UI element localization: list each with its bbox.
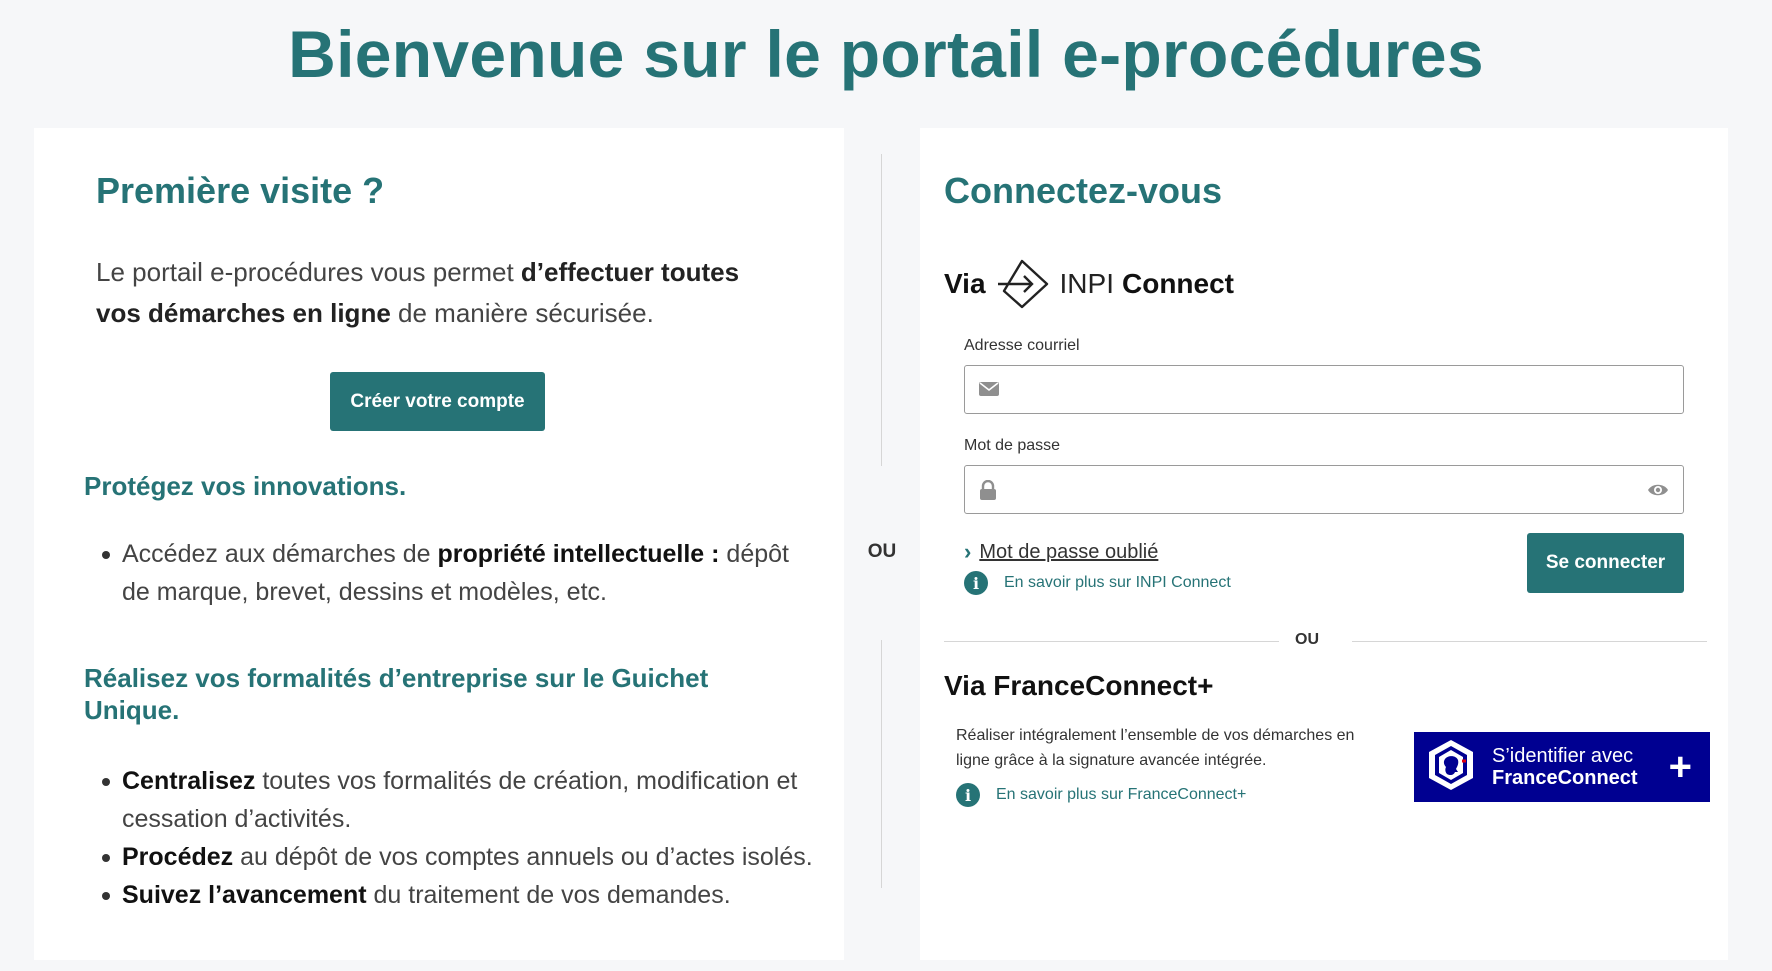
list-item: Accédez aux démarches de propriété intel… — [102, 535, 802, 611]
vertical-divider-top — [881, 154, 882, 466]
guichet-list: Centralisez toutes vos formalités de cré… — [102, 762, 822, 914]
franceconnect-logo — [1428, 739, 1474, 796]
list-item-text: au dépôt de vos comptes annuels ou d’act… — [233, 843, 813, 871]
list-item-text: Accédez aux démarches de — [122, 540, 438, 568]
login-title: Connectez-vous — [944, 170, 1223, 211]
password-field[interactable] — [964, 465, 1684, 514]
guichet-unique-heading: Réalisez vos formalités d’entreprise sur… — [84, 663, 709, 725]
intro-text: Le portail e-procédures vous permet d’ef… — [96, 252, 776, 334]
first-visit-title: Première visite ? — [96, 170, 385, 211]
franceconnect-heading: Via FranceConnect+ — [944, 670, 1214, 701]
intro-part1: Le portail e-procédures vous permet — [96, 257, 521, 287]
list-item-bold: propriété intellectuelle : — [437, 540, 720, 568]
page: Bienvenue sur le portail e-procédures Pr… — [0, 0, 1772, 971]
protect-list: Accédez aux démarches de propriété intel… — [102, 535, 802, 611]
list-item-text: du traitement de vos demandes. — [366, 881, 731, 909]
list-item-bold: Suivez l’avancement — [122, 881, 367, 909]
inpi-brand: INPI — [1059, 268, 1114, 299]
password-label: Mot de passe — [964, 437, 1061, 454]
franceconnect-info-link[interactable]: i En savoir plus sur FranceConnect+ — [956, 783, 1246, 807]
franceconnect-button-text: S’identifier avec FranceConnect — [1492, 745, 1638, 789]
login-button[interactable]: Se connecter — [1527, 533, 1684, 593]
franceconnect-info-text[interactable]: En savoir plus sur FranceConnect+ — [996, 786, 1246, 804]
protect-innovations-heading: Protégez vos innovations. — [84, 471, 407, 501]
list-item: Procédez au dépôt de vos comptes annuels… — [102, 838, 822, 876]
or-label: OU — [1295, 631, 1319, 648]
info-icon: i — [956, 783, 980, 807]
forgot-password-link[interactable]: › Mot de passe oublié — [964, 539, 1158, 565]
inpi-info-text[interactable]: En savoir plus sur INPI Connect — [1004, 574, 1231, 592]
franceconnect-description: Réaliser intégralement l’ensemble de vos… — [956, 727, 1355, 769]
email-label: Adresse courriel — [964, 337, 1080, 354]
franceconnect-line2: FranceConnect — [1492, 767, 1638, 789]
page-title: Bienvenue sur le portail e-procédures — [288, 17, 1484, 91]
horizontal-divider-left — [944, 641, 1279, 642]
plus-icon: + — [1668, 745, 1692, 789]
franceconnect-button[interactable]: S’identifier avec FranceConnect + — [1414, 732, 1710, 802]
create-account-button[interactable]: Créer votre compte — [330, 372, 545, 431]
forgot-password-text[interactable]: Mot de passe oublié — [979, 541, 1158, 564]
first-visit-card: Première visite ? Le portail e-procédure… — [34, 128, 844, 960]
list-item-bold: Procédez — [122, 843, 234, 871]
via-label: Via — [944, 268, 986, 299]
lock-icon — [979, 479, 997, 505]
info-icon: i — [964, 571, 988, 595]
inpi-connect-logo: INPI Connect — [996, 258, 1234, 310]
inpi-info-link[interactable]: i En savoir plus sur INPI Connect — [964, 571, 1231, 595]
login-arrow-icon — [997, 259, 1048, 309]
divider-or-label: OU — [867, 541, 897, 562]
list-item: Suivez l’avancement du traitement de vos… — [102, 876, 822, 914]
horizontal-divider-right — [1352, 641, 1707, 642]
list-item-bold: Centralisez — [122, 767, 256, 795]
intro-part2: de manière sécurisée. — [390, 298, 654, 328]
email-field[interactable] — [964, 365, 1684, 414]
vertical-divider-bottom — [881, 640, 882, 888]
franceconnect-line1: S’identifier avec — [1492, 745, 1634, 767]
login-card: Connectez-vous Via INPI Connect Adresse … — [920, 128, 1728, 960]
inpi-connect-heading: Via INPI Connect — [944, 258, 1234, 310]
list-item: Centralisez toutes vos formalités de cré… — [102, 762, 822, 838]
eye-icon[interactable] — [1647, 481, 1669, 504]
chevron-right-icon: › — [964, 539, 972, 564]
inpi-connect-word: Connect — [1122, 268, 1234, 299]
envelope-icon — [979, 380, 999, 403]
